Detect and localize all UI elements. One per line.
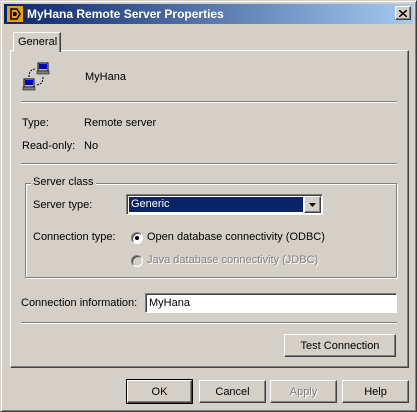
tab-general-label: General	[18, 36, 58, 48]
cancel-label: Cancel	[215, 385, 250, 398]
test-connection-button[interactable]: Test Connection	[284, 334, 396, 357]
separator	[21, 101, 397, 103]
readonly-label: Read-only:	[22, 140, 76, 152]
properties-dialog: MyHana Remote Server Properties General …	[0, 0, 417, 412]
apply-button[interactable]: Apply	[270, 380, 337, 403]
odbc-radio-label[interactable]: Open database connectivity (ODBC)	[147, 231, 325, 243]
connection-type-label: Connection type:	[33, 231, 116, 243]
type-label: Type:	[22, 117, 49, 129]
server-type-select[interactable]: Generic	[126, 194, 323, 215]
window-title: MyHana Remote Server Properties	[27, 7, 224, 21]
connection-info-input[interactable]: MyHana	[145, 293, 397, 313]
test-connection-label: Test Connection	[300, 339, 380, 352]
readonly-value: No	[84, 140, 99, 152]
server-type-label: Server type:	[33, 199, 93, 211]
server-class-label: Server class	[31, 176, 96, 188]
apply-label: Apply	[289, 385, 318, 398]
cancel-button[interactable]: Cancel	[199, 380, 266, 403]
radio-selected-dot	[135, 236, 139, 240]
help-label: Help	[364, 385, 387, 398]
tab-general[interactable]: General	[13, 32, 61, 52]
close-icon	[399, 9, 407, 17]
connection-info-value: MyHana	[149, 297, 190, 309]
odbc-radio[interactable]	[131, 232, 143, 244]
chevron-down-icon	[309, 202, 316, 207]
remote-server-icon	[22, 62, 50, 91]
jdbc-radio[interactable]	[131, 255, 143, 267]
type-value: Remote server	[84, 117, 157, 129]
separator	[21, 163, 397, 165]
ok-label: OK	[151, 385, 168, 398]
server-type-value: Generic	[129, 197, 303, 212]
title-bar[interactable]: MyHana Remote Server Properties	[4, 4, 413, 24]
jdbc-radio-label[interactable]: Java database connectivity (JDBC)	[147, 254, 318, 266]
help-button[interactable]: Help	[342, 380, 409, 403]
server-type-dropdown-button[interactable]	[304, 196, 321, 213]
ok-button[interactable]: OK	[126, 379, 193, 404]
separator	[21, 322, 397, 324]
server-name: MyHana	[85, 71, 126, 83]
close-button[interactable]	[395, 6, 411, 20]
connection-info-label: Connection information:	[21, 297, 138, 309]
sybase-central-icon	[7, 6, 23, 22]
